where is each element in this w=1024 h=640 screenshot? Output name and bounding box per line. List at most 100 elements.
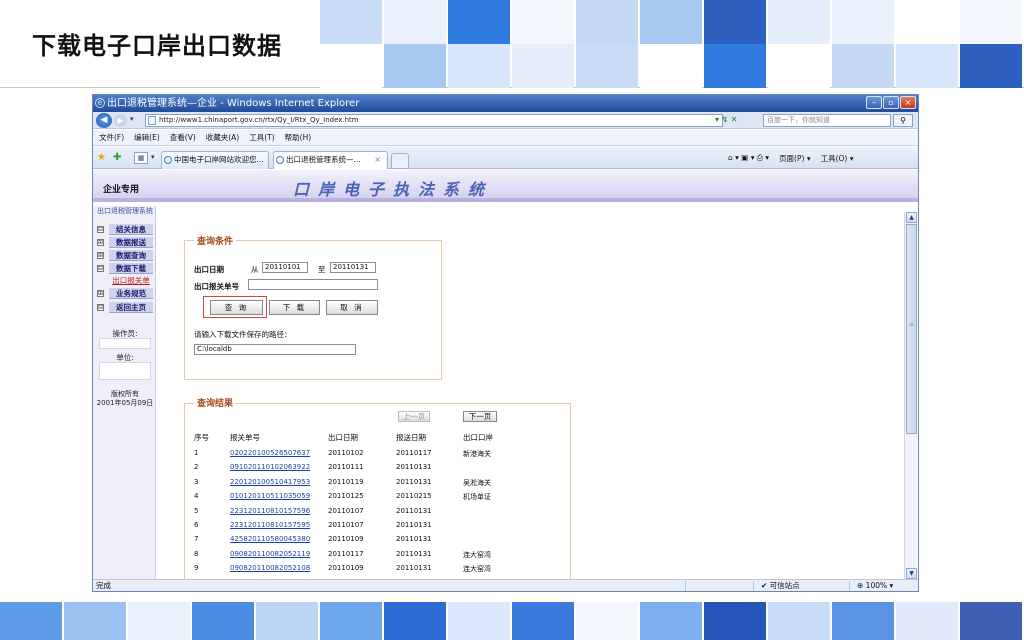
tab-label: 出口退税管理系统—... xyxy=(286,155,361,164)
declaration-link[interactable]: 220120100510417953 xyxy=(230,478,310,486)
table-cell: 吴淞海关 xyxy=(463,478,491,487)
declaration-link[interactable]: 091020110102063922 xyxy=(230,463,310,471)
decorative-tile xyxy=(448,0,510,44)
table-cell: 2 xyxy=(194,463,199,472)
tab-chinaport-welcome[interactable]: 中国电子口岸网站欢迎您... xyxy=(161,151,269,169)
to-label: 至 xyxy=(318,265,326,274)
zoom-control[interactable]: ⊕ 100% ▾ xyxy=(857,580,893,591)
decorative-tile xyxy=(256,602,318,640)
url-input[interactable]: http://www1.chinaport.gov.cn/rtx/Qy_I/Rt… xyxy=(145,114,723,127)
query-button[interactable]: 查 询 xyxy=(210,300,263,315)
save-path-input[interactable]: C:\localdb xyxy=(194,344,356,355)
declaration-link[interactable]: 223120110810157595 xyxy=(230,521,310,529)
collapse-icon[interactable]: ⊟ xyxy=(97,304,104,311)
history-dropdown-icon[interactable]: ▾ xyxy=(130,115,134,123)
nav-item-data-submit[interactable]: ⊞ 数据报送 xyxy=(96,237,154,248)
page-menu[interactable]: 页面(P) ▾ xyxy=(779,153,811,164)
decorative-tile xyxy=(704,44,766,88)
favorites-star-icon[interactable]: ★ xyxy=(97,152,106,163)
table-header: 出口日期 xyxy=(328,433,358,442)
results-legend: 查询结果 xyxy=(194,396,237,409)
download-button[interactable]: 下 载 xyxy=(269,300,320,315)
date-from-input[interactable]: 20110101 xyxy=(262,262,308,273)
tab-tax-refund-system[interactable]: 出口退税管理系统—... × xyxy=(273,151,388,169)
tab-page-icon xyxy=(276,156,284,164)
declaration-link[interactable]: 020220100526507637 xyxy=(230,449,310,457)
table-header: 出口口岸 xyxy=(463,433,493,442)
decorative-tile xyxy=(512,0,574,44)
tools-menu[interactable]: 工具(O) ▾ xyxy=(821,153,854,164)
decorative-tile xyxy=(640,602,702,640)
system-title: 口岸电子执法系统 xyxy=(293,180,494,199)
vertical-scrollbar[interactable]: ▲ ≡ ▼ xyxy=(904,212,917,579)
nav-item-data-download[interactable]: ⊟ 数据下载 xyxy=(96,263,154,274)
command-icons[interactable]: ⌂ ▾ ▣ ▾ ⎙ ▾ xyxy=(728,153,769,164)
quick-tabs-icon[interactable]: ▦ xyxy=(134,152,148,164)
window-titlebar[interactable]: e 出口退税管理系统—企业 - Windows Internet Explore… xyxy=(93,95,918,112)
address-bar: ◀ ▶ ▾ http://www1.chinaport.gov.cn/rtx/Q… xyxy=(93,112,918,129)
collapse-icon[interactable]: ⊟ xyxy=(97,226,104,233)
prev-page-button[interactable]: 上一页 xyxy=(398,411,430,422)
maximize-button[interactable]: ▫ xyxy=(883,96,899,109)
decorative-tile xyxy=(768,602,830,640)
menu-item[interactable]: 查看(V) xyxy=(170,132,196,143)
cancel-button[interactable]: 取 消 xyxy=(326,300,378,315)
forward-button[interactable]: ▶ xyxy=(114,114,127,127)
next-page-button[interactable]: 下一页 xyxy=(463,411,497,422)
window-title: 出口退税管理系统—企业 - Windows Internet Explorer xyxy=(107,98,360,109)
new-tab-button[interactable] xyxy=(391,153,409,169)
scroll-thumb[interactable]: ≡ xyxy=(906,224,917,434)
minimize-button[interactable]: – xyxy=(866,96,882,109)
table-cell: 20110111 xyxy=(328,463,364,472)
table-cell: 20110125 xyxy=(328,492,364,501)
table-cell: 20110131 xyxy=(396,535,432,544)
declaration-link[interactable]: 223120110810157596 xyxy=(230,507,310,515)
declaration-no-input[interactable] xyxy=(248,279,378,290)
search-icon[interactable]: ⚲ xyxy=(893,114,913,127)
decorative-tile xyxy=(384,44,446,88)
close-window-button[interactable]: × xyxy=(900,96,916,109)
back-button[interactable]: ◀ xyxy=(96,113,112,128)
collapse-icon[interactable]: ⊟ xyxy=(97,265,104,272)
table-cell: 3 xyxy=(194,477,199,486)
expand-icon[interactable]: ⊞ xyxy=(97,252,104,259)
decorative-tile xyxy=(960,0,1022,44)
nav-item-business-rules[interactable]: ⊞ 业务规范 xyxy=(96,288,154,299)
menu-item[interactable]: 工具(T) xyxy=(249,132,274,143)
menu-item[interactable]: 编辑(E) xyxy=(134,132,160,143)
tab-list-dropdown-icon[interactable]: ▾ xyxy=(151,153,155,161)
nav-item-data-query[interactable]: ⊞ 数据查询 xyxy=(96,250,154,261)
table-cell: 20110119 xyxy=(328,477,364,486)
decorative-tile xyxy=(576,44,638,88)
table-cell: 20110107 xyxy=(328,506,364,515)
expand-icon[interactable]: ⊞ xyxy=(97,290,104,297)
status-divider xyxy=(753,581,754,591)
table-cell: 20110131 xyxy=(396,506,432,515)
expand-icon[interactable]: ⊞ xyxy=(97,239,104,246)
table-cell: 7 xyxy=(194,535,199,544)
date-to-input[interactable]: 20110131 xyxy=(330,262,376,273)
search-input[interactable]: 百度一下，你就知道 xyxy=(763,114,891,127)
menu-item[interactable]: 文件(F) xyxy=(99,132,124,143)
refresh-stop-icons[interactable]: ▾ ↯ ✕ xyxy=(715,115,738,124)
tab-close-icon[interactable]: × xyxy=(374,152,381,168)
declaration-link[interactable]: 010120110511035059 xyxy=(230,492,310,500)
command-bar: ⌂ ▾ ▣ ▾ ⎙ ▾ 页面(P) ▾ 工具(O) ▾ xyxy=(728,153,854,164)
nav-subitem-export-declaration[interactable]: 出口报关单 xyxy=(109,275,153,286)
url-text: http://www1.chinaport.gov.cn/rtx/Qy_I/Rt… xyxy=(159,116,359,124)
add-favorite-icon[interactable]: ✚ xyxy=(113,152,121,163)
declaration-link[interactable]: 425820110580045380 xyxy=(230,535,310,543)
menu-item[interactable]: 帮助(H) xyxy=(285,132,312,143)
declaration-link[interactable]: 090820110082052119 xyxy=(230,550,310,558)
nav-item-home[interactable]: ⊟ 返回主页 xyxy=(96,302,154,313)
decorative-tile xyxy=(960,44,1022,88)
trusted-sites-zone[interactable]: ✔ 可信站点 xyxy=(761,580,800,591)
scroll-down-icon[interactable]: ▼ xyxy=(906,568,917,579)
table-cell: 6 xyxy=(194,521,199,529)
decorative-tile xyxy=(64,602,126,640)
declaration-link[interactable]: 090820110082052108 xyxy=(230,564,310,572)
nav-item-clearance-info[interactable]: ⊟ 结关信息 xyxy=(96,224,154,235)
menu-item[interactable]: 收藏夹(A) xyxy=(206,132,239,143)
scroll-up-icon[interactable]: ▲ xyxy=(906,212,917,223)
browser-window: e 出口退税管理系统—企业 - Windows Internet Explore… xyxy=(92,94,919,592)
